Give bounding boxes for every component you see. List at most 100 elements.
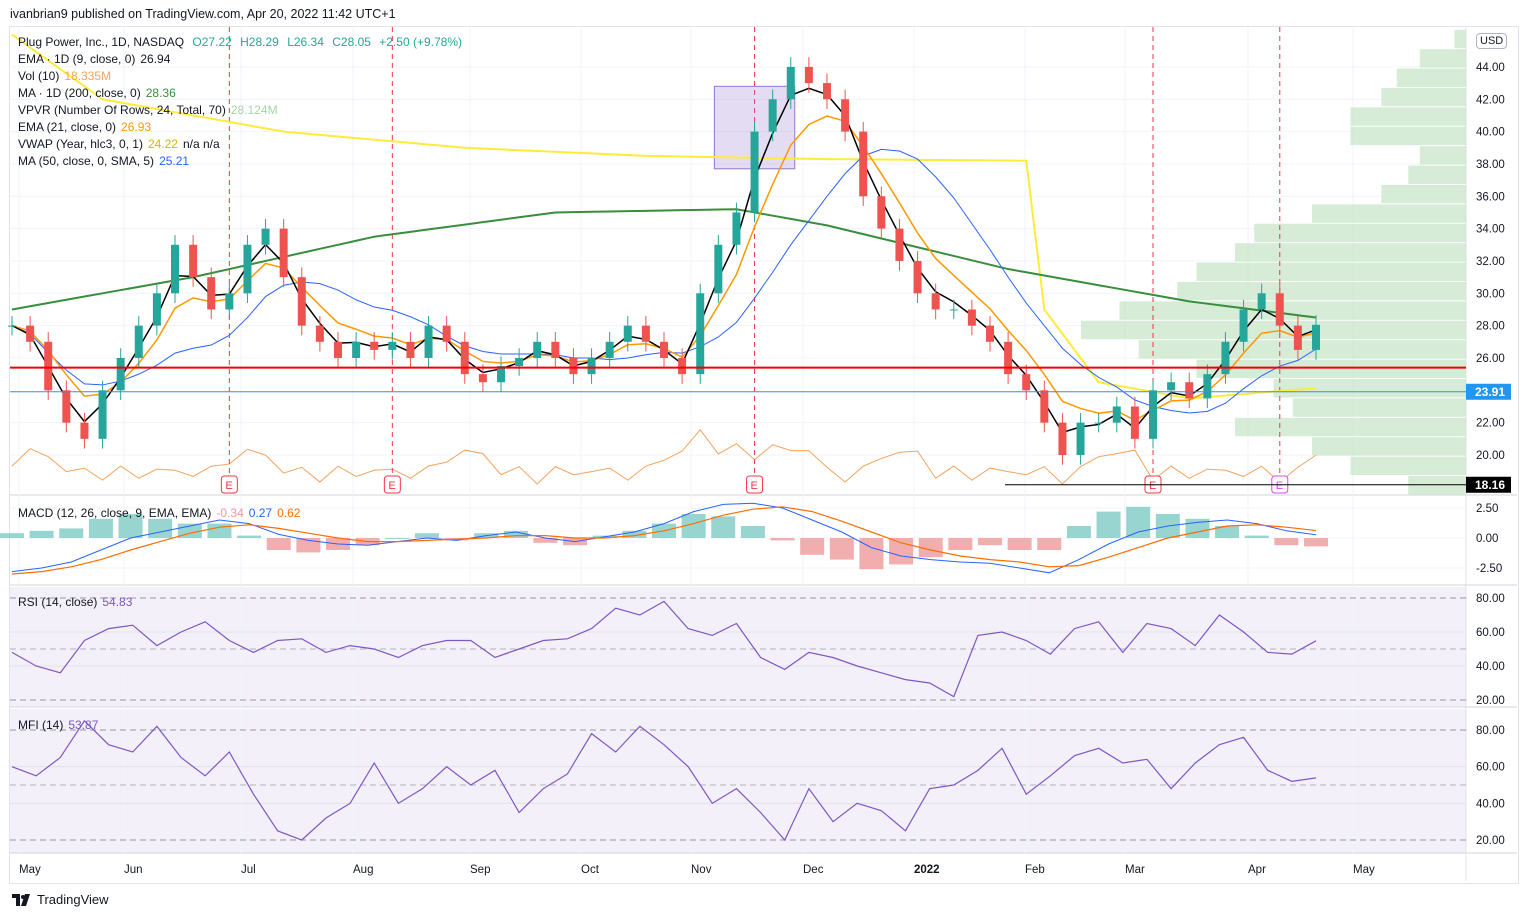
macd-histogram-bar [414, 533, 439, 538]
candle-body [1022, 374, 1031, 391]
vpvr-bar [1419, 146, 1466, 165]
price-tick-label: 36.00 [1476, 191, 1505, 203]
candle-body [1149, 390, 1157, 439]
mfi-value: 53.87 [68, 718, 99, 732]
macd-label: MACD (12, 26, close, 9, EMA, EMA) [18, 506, 212, 520]
macd-tick-label: -2.50 [1476, 563, 1502, 575]
candle-body [98, 390, 107, 439]
candle-body [569, 357, 578, 375]
macd-histogram-bar [1126, 506, 1151, 538]
candle-body [243, 244, 252, 294]
candle-body [1167, 382, 1176, 391]
candle-body [913, 260, 922, 294]
legend-ema21[interactable]: EMA (21, close, 0) 26.93 [18, 120, 156, 134]
candle-body [134, 325, 143, 358]
time-axis-label: May [19, 864, 41, 876]
legend-rsi[interactable]: RSI (14, close) 54.83 [18, 595, 137, 609]
vpvr-bar [1081, 320, 1466, 340]
candle-body [859, 131, 868, 197]
candle-body [44, 341, 53, 391]
macd-histogram-bar [88, 518, 113, 538]
vpvr-bar [1292, 398, 1466, 417]
macd-histogram-bar [978, 538, 1002, 546]
rsi-tick-label: 40.00 [1476, 661, 1505, 673]
candle-body [478, 374, 487, 383]
candle-body [641, 325, 650, 342]
candle-body [533, 341, 542, 358]
time-axis-label: May [1353, 864, 1375, 876]
legend-vol[interactable]: Vol (10) 18.335M [18, 69, 116, 83]
macd-histogram-bar [770, 538, 795, 541]
time-axis-label: Dec [803, 864, 824, 876]
earnings-marker-label: E [1149, 480, 1156, 492]
macd-histogram-bar [148, 518, 173, 538]
earnings-marker-label: E [388, 480, 395, 492]
vwap-na: n/a n/a [182, 137, 220, 151]
rsi-value: 54.83 [102, 595, 133, 609]
candle-body [823, 83, 831, 100]
macd-hist-value: -0.34 [216, 506, 244, 520]
vpvr-bar [1235, 417, 1466, 437]
vpvr-bar [1454, 29, 1466, 49]
candle-body [515, 357, 524, 367]
symbol-name: Plug Power, Inc., 1D, NASDAQ [18, 35, 185, 49]
ma50-value: 25.21 [159, 154, 190, 168]
time-axis-label: Apr [1248, 864, 1266, 876]
candle-body [841, 99, 850, 132]
candle-body [696, 293, 705, 375]
vpvr-bar [1254, 223, 1466, 243]
time-axis-label: Aug [353, 864, 373, 876]
candle-body [1275, 293, 1284, 326]
footer-brand[interactable]: TradingView [12, 892, 109, 907]
legend-ema9[interactable]: EMA · 1D (9, close, 0) 26.94 [18, 52, 175, 66]
price-tick-label: 26.00 [1476, 353, 1505, 365]
legend-vwap[interactable]: VWAP (Year, hlc3, 0, 1) 24.22 n/a n/a [18, 137, 225, 151]
vpvr-bar [1196, 359, 1466, 379]
price-tick-label: 40.00 [1476, 127, 1505, 139]
macd-histogram-bar [1007, 538, 1032, 550]
ma200-value: 28.36 [145, 86, 176, 100]
legend-vpvr[interactable]: VPVR (Number Of Rows, 24, Total, 70) 28.1… [18, 103, 283, 117]
legend-ma200[interactable]: MA · 1D (200, close, 0) 28.36 [18, 86, 181, 100]
ema9-value: 26.94 [140, 52, 171, 66]
macd-histogram-bar [948, 538, 973, 550]
macd-histogram-bar [59, 528, 84, 538]
vpvr-bar [1196, 262, 1466, 281]
candle-body [116, 357, 125, 391]
blue-level-label: 23.91 [1475, 385, 1505, 399]
candle-body [297, 277, 306, 326]
currency-button[interactable]: USD [1476, 33, 1508, 49]
vpvr-value: 28.124M [230, 103, 278, 117]
legend-symbol-row[interactable]: Plug Power, Inc., 1D, NASDAQ O27.22 H28.… [18, 35, 467, 49]
mfi-tick-label: 40.00 [1476, 798, 1505, 810]
legend-ma50[interactable]: MA (50, close, 0, SMA, 5) 25.21 [18, 154, 194, 168]
earnings-marker-label: E [1276, 480, 1283, 492]
legend-mfi[interactable]: MFI (14) 53.87 [18, 718, 103, 732]
candle-body [714, 244, 723, 294]
candle-body [442, 325, 451, 342]
time-axis-label: Mar [1125, 864, 1145, 876]
price-tick-label: 22.00 [1476, 418, 1505, 430]
macd-histogram-bar [1037, 538, 1062, 550]
rsi-tick-label: 60.00 [1476, 627, 1505, 639]
price-tick-label: 44.00 [1476, 62, 1505, 74]
ohlc-close: C28.05 [332, 35, 371, 49]
macd-histogram-bar [0, 533, 24, 538]
macd-histogram-bar [237, 535, 262, 538]
vpvr-bar [1273, 379, 1466, 398]
vol-label: Vol (10) [18, 69, 60, 83]
mfi-tick-label: 20.00 [1476, 835, 1505, 847]
mfi-tick-label: 60.00 [1476, 762, 1505, 774]
macd-histogram-bar [829, 538, 854, 560]
mfi-tick-label: 80.00 [1476, 725, 1505, 737]
vwap-label: VWAP (Year, hlc3, 0, 1) [18, 137, 143, 151]
rsi-tick-label: 20.00 [1476, 695, 1505, 707]
candle-body [768, 99, 777, 132]
legend-macd[interactable]: MACD (12, 26, close, 9, EMA, EMA) -0.34 0.… [18, 506, 305, 520]
ema9-label: EMA · 1D (9, close, 0) [18, 52, 136, 66]
candle-body [279, 228, 288, 278]
price-tick-label: 30.00 [1476, 288, 1505, 300]
candle-body [207, 277, 216, 310]
chart-canvas[interactable]: 44.00 42.00 40.00 38.00 36.00 34.00 32.00 30.00… [0, 0, 1526, 918]
candle-body [587, 357, 596, 375]
